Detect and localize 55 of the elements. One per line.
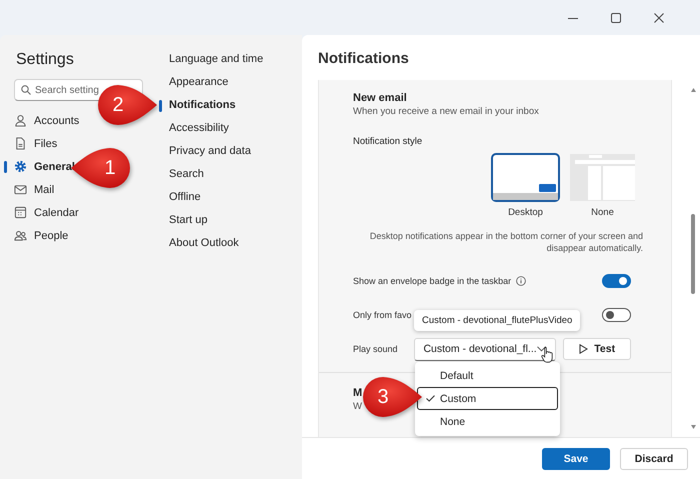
settings-icon	[14, 160, 27, 173]
people-icon	[14, 229, 27, 242]
subnav-item[interactable]: Accessibility	[159, 117, 233, 140]
subnav-item[interactable]: Offline	[159, 186, 205, 209]
style-option[interactable]: Desktop	[491, 153, 560, 218]
calendar-icon	[14, 206, 27, 219]
tooltip: Custom - devotional_flutePlusVideo	[414, 310, 580, 331]
nav-item[interactable]: Calendar	[4, 201, 83, 224]
callout-tooltip: 3	[361, 376, 423, 418]
section-subtitle: W	[353, 400, 362, 413]
scroll-down-icon[interactable]	[690, 425, 696, 429]
person-icon	[14, 114, 27, 127]
nav-item[interactable]: Files	[4, 132, 62, 155]
document-icon	[14, 137, 27, 150]
style-option[interactable]: None	[569, 153, 636, 218]
section-title: New email	[353, 91, 407, 105]
style-label: Notification style	[353, 135, 422, 148]
play-icon	[579, 344, 588, 354]
nav-item[interactable]: Mail	[4, 178, 58, 201]
save-button[interactable]: Save	[542, 448, 610, 470]
checkmark-icon	[426, 395, 435, 402]
test-button[interactable]: Test	[563, 338, 631, 360]
close-icon[interactable]	[654, 12, 664, 22]
scrollbar-thumb[interactable]	[691, 214, 695, 294]
section-title: M	[353, 386, 362, 400]
subnav-item[interactable]: Privacy and data	[159, 140, 255, 163]
subnav-item[interactable]: Notifications	[159, 94, 240, 117]
settings-title: Settings	[15, 50, 74, 70]
maximize-icon[interactable]	[611, 12, 621, 22]
dropdown-option[interactable]: Custom	[417, 387, 558, 410]
description-text: Desktop notifications appear in the bottom corner of your screen and disappear automatically.	[368, 230, 643, 254]
subnav-item[interactable]: Start up	[159, 209, 212, 232]
setting-label: Show an envelope badge in the taskbar	[353, 276, 512, 286]
subnav-item[interactable]: Search	[159, 163, 208, 186]
desktop-preview-icon	[491, 153, 560, 202]
toggle-switch[interactable]	[602, 308, 631, 322]
discard-button[interactable]: Discard	[620, 448, 688, 470]
info-icon[interactable]	[516, 276, 526, 286]
scroll-up-icon[interactable]	[690, 88, 696, 92]
envelope-icon	[14, 183, 27, 196]
section-subtitle: When you receive a new email in your inbox	[353, 105, 539, 118]
search-icon	[21, 85, 31, 95]
nav-item[interactable]: General	[4, 155, 79, 178]
nav-item[interactable]: Accounts	[4, 109, 84, 132]
subnav-item[interactable]: Language and time	[159, 48, 268, 71]
nav-item[interactable]: People	[4, 224, 72, 247]
window-preview-icon	[569, 153, 636, 202]
sound-dropdown[interactable]: Custom - devotional_fl...	[414, 338, 556, 360]
setting-label: Play sound	[353, 344, 399, 354]
chevron-down-icon	[537, 346, 546, 352]
toggle-switch[interactable]	[602, 274, 631, 288]
subnav-item[interactable]: About Outlook	[159, 232, 243, 255]
subnav-item[interactable]: Appearance	[159, 71, 232, 94]
panel-title: Notifications	[317, 49, 410, 69]
setting-label: Only from favo	[353, 310, 412, 320]
